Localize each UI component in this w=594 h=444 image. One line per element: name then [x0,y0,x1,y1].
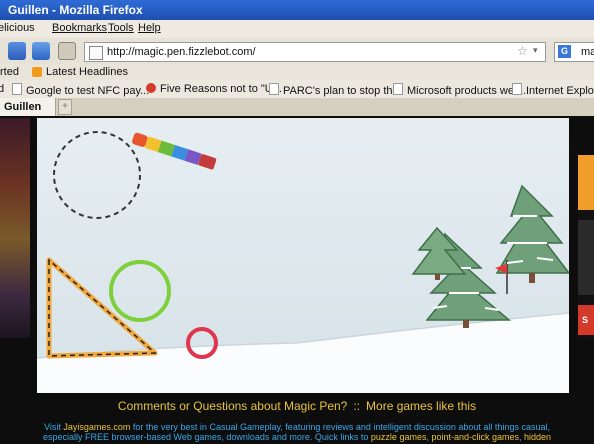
menu-bookmarks[interactable]: Bookmarks [52,22,107,34]
url-bar[interactable]: http://magic.pen.fizzlebot.com/ ☆ ▾ [84,42,546,62]
footer-separator: :: [353,399,361,413]
menu-help[interactable]: Help [138,22,161,34]
tab-label: Guillen [4,101,42,113]
rss-icon [32,67,42,77]
more-games-link[interactable]: More games like this [366,399,476,413]
point-and-click-link[interactable]: point-and-click games [431,432,519,442]
forward-icon[interactable] [32,42,50,60]
bookmark-item[interactable]: Five Reasons not to "U... [146,83,282,95]
bookmark-item[interactable]: d [0,83,4,95]
page-icon [269,83,279,95]
page-icon [512,83,522,95]
menu-bar: elicious Bookmarks Tools Help [0,20,594,38]
url-text[interactable]: http://magic.pen.fizzlebot.com/ [107,46,256,58]
game-canvas[interactable] [37,118,569,393]
comments-link[interactable]: Comments or Questions about Magic Pen? [118,399,347,413]
bookmarks-toolbar: d Google to test NFC pay... Five Reasons… [0,80,594,99]
bookmark-getting-started[interactable]: rted [0,66,19,78]
page-footer: Comments or Questions about Magic Pen?::… [0,399,594,419]
window-title: Guillen - Mozilla Firefox [8,3,143,17]
window-titlebar[interactable]: Guillen - Mozilla Firefox [0,0,594,20]
bookmark-latest-headlines[interactable]: Latest Headlines [46,66,128,78]
right-ad-banner[interactable]: S [578,155,594,340]
menu-delicious[interactable]: elicious [0,22,35,34]
new-tab-button[interactable]: + [58,99,72,115]
puzzle-games-link[interactable]: puzzle games [371,432,427,442]
menu-tools[interactable]: Tools [108,22,134,34]
bookmark-item[interactable]: PARC's plan to stop th... [269,83,402,97]
page-icon [12,83,22,95]
bookmark-item[interactable]: Internet Explore [512,83,594,97]
page-icon [89,46,103,60]
navigation-toolbar: http://magic.pen.fizzlebot.com/ ☆ ▾ G ma… [0,38,594,64]
search-input[interactable]: G mag [554,42,594,62]
star-icon[interactable]: ☆ [517,44,528,58]
home-icon[interactable] [58,42,76,60]
dropdown-icon[interactable]: ▾ [533,45,538,56]
search-engine-icon[interactable]: G [558,45,571,58]
back-icon[interactable] [8,42,26,60]
bookmark-red-icon [146,83,156,93]
footer-description: Visit Jayisgames.com for the very best i… [42,422,552,442]
right-ad-label: S [582,315,589,325]
hidden-object-link[interactable]: hidden [524,432,551,442]
bookmark-item[interactable]: Microsoft products we ... [393,83,526,97]
bookmark-item[interactable]: Google to test NFC pay... [12,83,149,97]
jayisgames-link[interactable]: Jayisgames.com [63,422,130,432]
left-ad-banner[interactable] [0,118,30,338]
page-icon [393,83,403,95]
search-text[interactable]: mag [581,46,594,58]
bookmarks-toolbar-top: rted Latest Headlines [0,64,594,80]
tab-active[interactable]: Guillen [0,98,56,116]
tab-bar: Guillen + [0,98,594,116]
